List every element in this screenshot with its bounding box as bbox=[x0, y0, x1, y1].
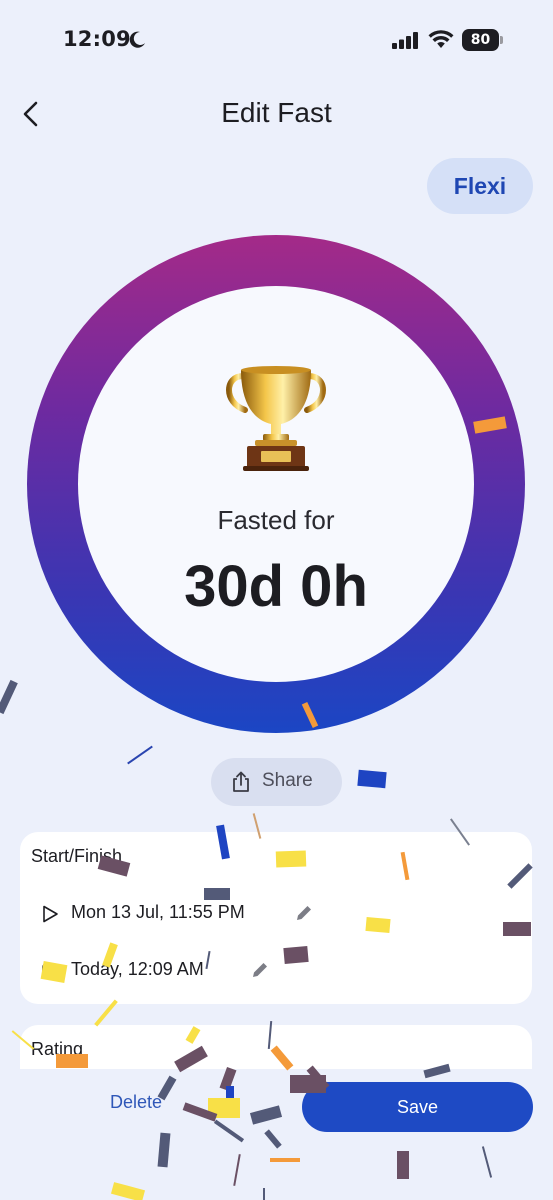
moon-icon bbox=[129, 31, 145, 48]
stop-icon bbox=[42, 963, 58, 979]
pencil-icon[interactable] bbox=[251, 961, 269, 979]
confetti-piece bbox=[127, 745, 153, 765]
play-icon bbox=[43, 905, 58, 923]
pencil-icon[interactable] bbox=[295, 904, 313, 922]
confetti-piece bbox=[0, 679, 18, 715]
confetti-piece bbox=[481, 1146, 493, 1178]
confetti-piece bbox=[208, 1098, 240, 1118]
battery-tip bbox=[500, 36, 503, 44]
confetti-piece bbox=[357, 769, 387, 789]
confetti-piece bbox=[397, 1151, 409, 1179]
confetti-piece bbox=[264, 1129, 282, 1149]
plan-badge-button[interactable]: Flexi bbox=[427, 158, 533, 214]
confetti-piece bbox=[270, 1158, 300, 1162]
start-time-value: Mon 13 Jul, 11:55 PM bbox=[71, 902, 245, 922]
confetti-piece bbox=[249, 1105, 283, 1125]
wifi-icon bbox=[428, 30, 454, 48]
progress-ring-center bbox=[78, 286, 474, 682]
fasted-duration: 30d 0h bbox=[184, 554, 368, 619]
confetti-piece bbox=[263, 1188, 265, 1200]
rating-title: Rating bbox=[31, 1039, 84, 1059]
share-label: Share bbox=[262, 770, 313, 791]
save-button[interactable]: Save bbox=[302, 1082, 533, 1132]
end-time-value: Today, 12:09 AM bbox=[71, 959, 204, 979]
confetti-piece bbox=[219, 1066, 237, 1092]
confetti-piece bbox=[182, 1102, 218, 1122]
confetti-piece bbox=[233, 1154, 241, 1186]
cellular-signal-icon bbox=[392, 32, 418, 49]
status-bar: 12:09 80 bbox=[0, 0, 553, 84]
fasted-label: Fasted for bbox=[217, 505, 335, 535]
confetti-piece bbox=[110, 1182, 146, 1200]
share-button[interactable]: Share bbox=[211, 758, 342, 806]
progress-ring: Fasted for 30d 0h bbox=[27, 235, 525, 733]
start-finish-card: Start/Finish Mon 13 Jul, 11:55 PM Today,… bbox=[20, 832, 532, 1004]
battery-indicator: 80 bbox=[462, 29, 504, 51]
page-title: Edit Fast bbox=[221, 97, 332, 128]
status-time: 12:09 bbox=[63, 27, 131, 51]
confetti-piece bbox=[226, 1086, 234, 1102]
trophy-icon bbox=[226, 366, 326, 471]
nav-bar: Edit Fast bbox=[0, 88, 553, 140]
share-icon bbox=[233, 771, 249, 792]
start-finish-title: Start/Finish bbox=[31, 846, 123, 866]
confetti-piece bbox=[213, 1119, 245, 1143]
rating-card[interactable]: Rating bbox=[20, 1025, 532, 1069]
delete-button[interactable]: Delete bbox=[96, 1092, 176, 1122]
battery-level: 80 bbox=[462, 29, 499, 51]
confetti-piece bbox=[157, 1132, 171, 1168]
